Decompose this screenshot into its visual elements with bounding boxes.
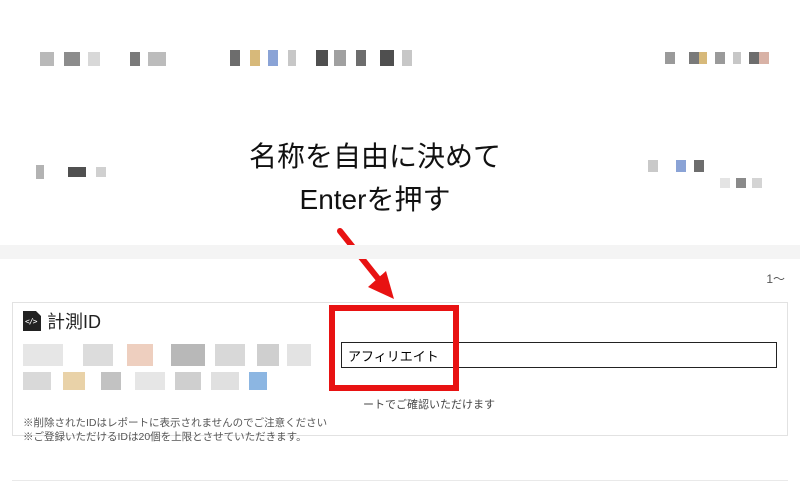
censored-strip: [23, 344, 323, 366]
censored-strip: [40, 52, 166, 66]
panel-note-2: ※ご登録いただけるIDは20個を上限とさせていただきます。: [23, 430, 777, 444]
censored-strip: [648, 160, 704, 172]
annotation-line-2: Enterを押す: [300, 184, 451, 215]
panel-title: 計測ID: [47, 308, 101, 334]
censored-strip: [36, 165, 106, 179]
censored-strip: [665, 52, 769, 64]
panel-notes: ※削除されたIDはレポートに表示されませんのでご注意ください ※ご登録いただける…: [23, 416, 777, 444]
measurement-id-input[interactable]: [341, 342, 777, 368]
censored-strip: [23, 372, 323, 392]
annotation-line-1: 名称を自由に決めて: [249, 141, 501, 172]
measurement-id-panel: 計測ID: [12, 302, 788, 436]
panel-row: [23, 370, 777, 394]
annotation-text: 名称を自由に決めて Enterを押す: [175, 135, 575, 222]
censored-strip: [720, 178, 762, 188]
censored-strip: [230, 50, 412, 66]
panel-title-row: 計測ID: [23, 308, 777, 334]
pagination-text: 1～: [766, 270, 785, 287]
panel-note-1: ※削除されたIDはレポートに表示されませんのでご注意ください: [23, 416, 777, 430]
input-hint-text: ートでご確認いただけます: [363, 396, 777, 412]
code-file-icon: [23, 311, 41, 331]
separator-band: [0, 245, 800, 259]
screenshot-canvas: 名称を自由に決めて Enterを押す 1～ 計測ID: [0, 0, 800, 500]
bottom-border: [12, 480, 788, 494]
panel-row: [23, 340, 777, 370]
